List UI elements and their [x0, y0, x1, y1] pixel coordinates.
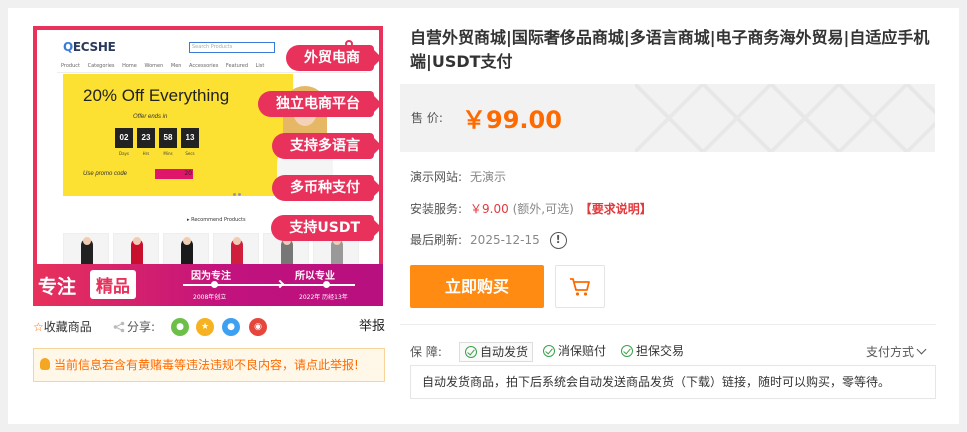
price-value: ￥99.00 [462, 106, 562, 134]
milestone-title: 所以专业 [295, 271, 335, 282]
carousel-dots [233, 193, 236, 196]
install-price: ￥9.00 [470, 202, 509, 216]
timeline-dot [323, 281, 330, 288]
guarantee-label: 保 障: [410, 345, 442, 359]
weibo-icon[interactable]: ◉ [249, 318, 267, 336]
wechat-icon[interactable]: ● [171, 318, 189, 336]
star-icon: ☆ [33, 320, 44, 334]
image-footer-band: 专注 精品 因为专注 所以专业 2008年创立 2022年 历经13年 [33, 264, 383, 306]
refresh-date: 2025-12-15 [470, 233, 540, 247]
countdown-unit: Days [119, 151, 129, 156]
report-link[interactable]: 举报 [359, 318, 385, 336]
add-to-cart-button[interactable] [555, 265, 605, 308]
price-box: 售 价: ￥99.00 [400, 84, 935, 152]
guarantee-escrow[interactable]: 担保交易 [616, 342, 688, 362]
chevron-down-icon [916, 344, 927, 355]
refresh-row: 最后刷新: 2025-12-15 ! [410, 231, 567, 249]
site-search-box: Search Products [189, 42, 275, 53]
site-logo: QECSHE [63, 40, 116, 54]
install-note: (额外,可选) [512, 202, 574, 216]
countdown-hours: 23 [137, 128, 155, 148]
banner-offer: Offer ends in [133, 114, 168, 120]
feature-tag: 支持多语言 [272, 133, 382, 159]
product-image[interactable]: QECSHE Search Products Product Categorie… [33, 26, 383, 306]
footer-badge: 精品 [90, 270, 136, 299]
delivery-description: 自动发货商品，拍下后系统会自动发送商品发货（下载）链接，随时可以购买，零等待。 [410, 365, 936, 399]
product-title: 自营外贸商城|国际奢侈品商城|多语言商城|电子商务海外贸易|自适应手机端|USD… [410, 28, 930, 71]
divider [400, 324, 936, 325]
product-thumb [213, 233, 259, 264]
price-label: 售 价: [411, 111, 443, 125]
guarantee-compensation[interactable]: 消保赔付 [538, 342, 610, 362]
countdown-days: 02 [115, 128, 133, 148]
feature-tag: 多币种支付 [272, 175, 382, 201]
footer-slogan: 专注 [38, 276, 77, 298]
check-icon [543, 345, 555, 357]
milestone-sub: 2008年创立 [193, 294, 227, 301]
share-bar: ☆收藏商品 分享: ● ★ ● ◉ 举报 [33, 318, 385, 338]
install-row: 安装服务: ￥9.00 (额外,可选) 【要求说明】 [410, 202, 652, 216]
feature-tag: 独立电商平台 [258, 91, 382, 117]
demo-row: 演示网站: 无演示 [410, 170, 507, 184]
install-requirements-link[interactable]: 【要求说明】 [580, 202, 652, 216]
qq-icon[interactable]: ● [222, 318, 240, 336]
buy-now-button[interactable]: 立即购买 [410, 265, 544, 308]
payment-methods-dropdown[interactable]: 支付方式 [866, 343, 927, 361]
promo-label: Use promo code [83, 171, 128, 177]
lightbulb-icon [40, 358, 50, 370]
report-notice[interactable]: 当前信息若含有黄赌毒等违法违规不良内容，请点此举报! [33, 348, 385, 382]
qzone-icon[interactable]: ★ [196, 318, 214, 336]
countdown-seconds: 13 [181, 128, 199, 148]
site-nav: Product Categories Home Women Men Access… [61, 63, 265, 69]
promo-code: 20 [155, 169, 193, 179]
cart-icon [570, 278, 590, 296]
demo-value: 无演示 [470, 170, 507, 184]
share-label: 分享: [127, 320, 156, 334]
product-thumb [163, 233, 209, 264]
timeline-arrow [275, 279, 285, 289]
product-thumb [113, 233, 159, 264]
timeline-dot [211, 281, 218, 288]
milestone-title: 因为专注 [191, 271, 231, 282]
share-icon [113, 321, 125, 333]
recommend-label: ▸ Recommend Products [187, 217, 246, 223]
feature-tag: 支持USDT [271, 215, 382, 241]
countdown-unit: Secs [185, 151, 195, 156]
countdown-minutes: 58 [159, 128, 177, 148]
countdown-unit: Hrs [142, 151, 150, 156]
check-icon [465, 346, 477, 358]
countdown-unit: Mins [163, 151, 173, 156]
banner-title: 20% Off Everything [83, 86, 230, 105]
info-icon[interactable]: ! [549, 232, 567, 249]
guarantee-auto-delivery[interactable]: 自动发货 [459, 342, 534, 362]
milestone-sub: 2022年 历经13年 [299, 294, 348, 301]
product-thumb [63, 233, 109, 264]
feature-tag: 外贸电商 [286, 45, 382, 71]
favorite-button[interactable]: ☆收藏商品 [33, 318, 92, 336]
check-icon [621, 345, 633, 357]
